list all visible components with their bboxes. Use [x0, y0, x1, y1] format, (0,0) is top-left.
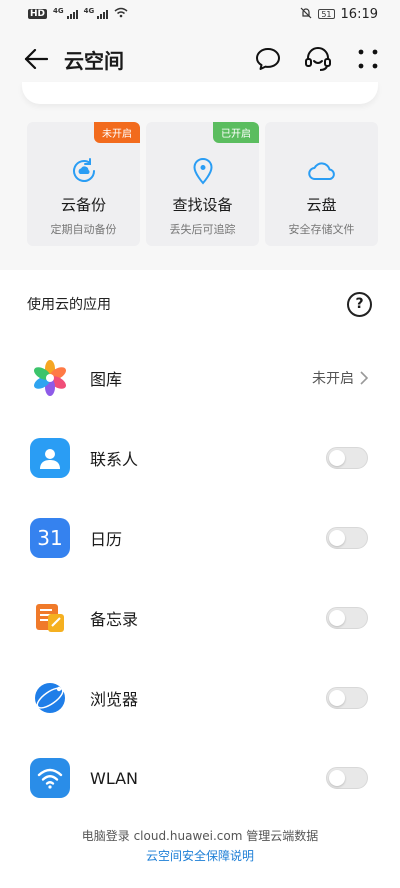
app-row-gallery[interactable]: 图库 未开启	[0, 338, 400, 418]
feature-find-device[interactable]: 已开启 查找设备 丢失后可追踪	[146, 122, 259, 246]
more-icon[interactable]	[354, 45, 382, 73]
hd-indicator: HD	[28, 9, 48, 19]
mute-bell-icon	[300, 7, 312, 22]
notes-sync-toggle[interactable]	[326, 607, 368, 629]
feature-area: 未开启 云备份 定期自动备份 已开启 查找设备 丢失后可追踪 云盘 安全存储文件	[0, 82, 400, 270]
status-badge-off: 未开启	[94, 122, 140, 143]
feature-cloud-drive[interactable]: 云盘 安全存储文件	[265, 122, 378, 246]
signal-icon-2	[97, 9, 109, 19]
wlan-icon	[30, 758, 70, 798]
calendar-icon: 31	[30, 518, 70, 558]
network-type: 4G	[53, 7, 64, 15]
feature-row: 未开启 云备份 定期自动备份 已开启 查找设备 丢失后可追踪 云盘 安全存储文件	[27, 122, 378, 246]
app-row-calendar: 31 日历	[0, 498, 400, 578]
app-name: 日历	[90, 530, 123, 549]
feature-desc: 丢失后可追踪	[169, 223, 236, 236]
footer: 电脑登录 cloud.huawei.com 管理云端数据 云空间安全保障说明	[0, 826, 400, 866]
message-icon[interactable]	[254, 45, 282, 73]
app-row-notes: 备忘录	[0, 578, 400, 658]
notes-icon	[30, 598, 70, 638]
gallery-icon	[30, 358, 70, 398]
feature-name: 查找设备	[172, 196, 233, 214]
app-name: WLAN	[90, 768, 139, 788]
status-right: 51 16:19	[300, 7, 378, 22]
status-left: HD 4G 4G	[28, 7, 128, 21]
back-arrow-icon[interactable]	[18, 41, 54, 77]
chevron-right-icon	[360, 371, 368, 385]
app-row-wlan: WLAN	[0, 738, 400, 818]
storage-card	[22, 82, 378, 104]
clock: 16:19	[340, 6, 378, 22]
browser-sync-toggle[interactable]	[326, 687, 368, 709]
security-info-link[interactable]: 云空间安全保障说明	[0, 846, 400, 866]
section-title: 使用云的应用	[27, 297, 111, 313]
feature-name: 云备份	[60, 196, 106, 214]
footer-text: 电脑登录 cloud.huawei.com 管理云端数据	[81, 829, 319, 843]
network-type-2: 4G	[83, 7, 95, 15]
gallery-status: 未开启	[312, 368, 368, 388]
app-name: 图库	[90, 370, 123, 389]
calendar-day: 31	[37, 526, 63, 550]
header-actions	[254, 45, 382, 73]
headset-icon[interactable]	[304, 45, 332, 73]
feature-desc: 安全存储文件	[288, 223, 355, 236]
feature-name: 云盘	[306, 196, 337, 214]
feature-cloud-backup[interactable]: 未开启 云备份 定期自动备份	[27, 122, 140, 246]
wifi-icon	[114, 7, 128, 21]
browser-icon	[30, 678, 70, 718]
signal-icon	[66, 9, 78, 19]
location-pin-icon	[188, 156, 218, 186]
app-name: 联系人	[90, 450, 139, 469]
contacts-sync-toggle[interactable]	[326, 447, 368, 469]
app-header: 云空间	[0, 28, 400, 90]
battery-icon: 51	[318, 9, 335, 19]
cloud-icon	[307, 156, 337, 186]
status-badge-on: 已开启	[213, 122, 259, 143]
cloud-apps-section: 使用云的应用 ? 图库 未开启 联系人 31 日历 备忘录 浏览器 WLAN	[0, 270, 400, 818]
status-bar: HD 4G 4G 51 16:19	[0, 0, 400, 28]
app-name: 浏览器	[90, 690, 139, 709]
app-row-browser: 浏览器	[0, 658, 400, 738]
page-title: 云空间	[64, 48, 124, 73]
feature-desc: 定期自动备份	[50, 223, 117, 236]
app-row-contacts: 联系人	[0, 418, 400, 498]
contacts-icon	[30, 438, 70, 478]
section-header: 使用云的应用 ?	[0, 270, 400, 338]
cloud-backup-icon	[69, 156, 99, 186]
help-icon[interactable]: ?	[347, 291, 372, 317]
app-name: 备忘录	[90, 610, 139, 629]
calendar-sync-toggle[interactable]	[326, 527, 368, 549]
status-text: 未开启	[312, 371, 354, 387]
wlan-sync-toggle[interactable]	[326, 767, 368, 789]
